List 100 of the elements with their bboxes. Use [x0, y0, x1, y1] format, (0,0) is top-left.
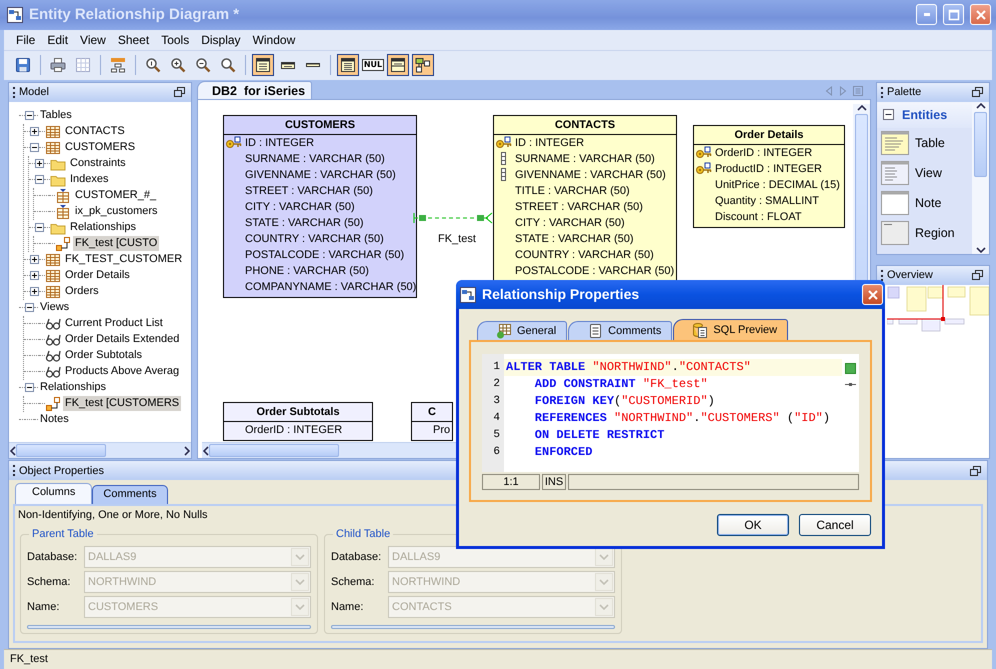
- entity-name: Order Details: [694, 126, 844, 145]
- tree-toggle[interactable]: [35, 159, 44, 168]
- scroll-up-icon[interactable]: [976, 102, 986, 109]
- scroll-right-icon[interactable]: [184, 446, 190, 456]
- tree-toggle[interactable]: [30, 127, 39, 136]
- tree-item[interactable]: Views: [38, 300, 72, 316]
- tree-item[interactable]: Current Product List: [63, 316, 165, 332]
- menu-item[interactable]: View: [74, 30, 112, 49]
- index-icon: [55, 204, 71, 220]
- column-entry: UnitPrice : DECIMAL (15): [715, 178, 840, 193]
- scroll-down-icon[interactable]: [976, 246, 986, 253]
- magnifier-icon: [145, 57, 161, 74]
- drag-handle[interactable]: [881, 86, 883, 98]
- tree-item[interactable]: Orders: [63, 284, 101, 300]
- tree-toggle[interactable]: [30, 271, 39, 280]
- restore-icon[interactable]: [971, 269, 983, 282]
- tree-toggle[interactable]: [30, 143, 39, 152]
- columns-button[interactable]: [337, 54, 359, 76]
- tree-item[interactable]: Indexes: [68, 172, 111, 188]
- code-line: ADD CONSTRAINT "FK_test": [534, 376, 709, 393]
- tree-item[interactable]: FK_test [CUSTOMERS: [63, 396, 182, 412]
- tree-toggle[interactable]: [25, 383, 34, 392]
- column-entry: COUNTRY : VARCHAR (50): [245, 232, 384, 247]
- drag-handle[interactable]: [13, 465, 15, 476]
- tree-toggle[interactable]: [30, 255, 39, 264]
- tree-item[interactable]: FK_TEST_CUSTOMER: [63, 252, 184, 268]
- tree-item[interactable]: ix_pk_customers: [73, 204, 160, 220]
- caret-icon: [599, 578, 609, 586]
- menu-item[interactable]: Tools: [155, 30, 196, 49]
- relationship-icon: [415, 57, 431, 74]
- entity-table[interactable]: [493, 114, 677, 282]
- tree-item[interactable]: Notes: [38, 412, 71, 428]
- drag-handle[interactable]: [13, 86, 15, 98]
- tree-item[interactable]: CUSTOMER_#_: [73, 188, 158, 204]
- relationship-label: FK_test: [438, 232, 476, 247]
- column-entry: STATE : VARCHAR (50): [245, 216, 364, 231]
- ok-button[interactable]: OK: [717, 514, 789, 536]
- menu-item[interactable]: Edit: [41, 30, 74, 49]
- comments-button[interactable]: [387, 54, 409, 76]
- column-entry: STATE : VARCHAR (50): [515, 232, 634, 247]
- entity-table[interactable]: C Pro: [411, 402, 453, 441]
- column-entry: PHONE : VARCHAR (50): [245, 264, 369, 279]
- tree-toggle[interactable]: [25, 111, 34, 120]
- maximize-button[interactable]: [943, 4, 964, 26]
- tree-toggle[interactable]: [25, 303, 34, 312]
- tree-item[interactable]: Products Above Averag: [63, 364, 182, 380]
- tree-item[interactable]: Relationships: [38, 380, 108, 396]
- relations-button[interactable]: [412, 54, 434, 76]
- field-label: Name:: [331, 600, 364, 616]
- scroll-left-icon[interactable]: [10, 446, 16, 456]
- tree-item[interactable]: CUSTOMERS: [63, 140, 138, 156]
- restore-icon[interactable]: [969, 464, 981, 477]
- entity-table[interactable]: Order Subtotals OrderID : INTEGER: [223, 402, 373, 441]
- menu-item[interactable]: Sheet: [112, 30, 156, 49]
- field-label: Database:: [27, 550, 78, 566]
- horizontal-scrollbar[interactable]: [9, 442, 191, 458]
- tree-toggle[interactable]: [35, 175, 44, 184]
- dialog-tab[interactable]: Comments: [568, 321, 672, 340]
- restore-icon[interactable]: [971, 86, 983, 98]
- entity-table[interactable]: [223, 114, 417, 298]
- maximize-icon: [948, 8, 960, 21]
- close-icon: [866, 288, 878, 300]
- menu-item[interactable]: Window: [246, 30, 302, 49]
- column-entry: ID : INTEGER: [245, 136, 314, 151]
- table-icon: [45, 124, 61, 140]
- column-entry: SURNAME : VARCHAR (50): [515, 152, 655, 167]
- tree-item[interactable]: CONTACTS: [63, 124, 127, 140]
- minimize-button[interactable]: [916, 4, 937, 26]
- tree-item[interactable]: Tables: [38, 108, 74, 124]
- close-button[interactable]: [970, 4, 991, 26]
- status-square-icon: [845, 363, 856, 374]
- tree-toggle[interactable]: [35, 223, 44, 232]
- dialog-tab[interactable]: SQL Preview: [673, 319, 788, 340]
- restore-icon[interactable]: [173, 86, 185, 98]
- properties-tab[interactable]: Comments: [92, 485, 168, 504]
- menu-item[interactable]: Display: [195, 30, 247, 49]
- group-toggle[interactable]: [883, 109, 894, 120]
- tree-item[interactable]: Order Subtotals: [63, 348, 144, 364]
- tree-item[interactable]: Order Details: [63, 268, 132, 284]
- entity-table[interactable]: Order Details OrderID : INTEGER ProductID : INTEGER UnitPrice : DECIMAL (15) Quantity : SMALLINT Discount : FLOAT: [693, 124, 845, 228]
- scroll-up-icon[interactable]: [856, 104, 866, 111]
- tree-toggle[interactable]: [30, 287, 39, 296]
- vertical-scrollbar[interactable]: [972, 102, 989, 254]
- editor-tab[interactable]: DB2 for iSeries: [197, 80, 312, 99]
- close-button[interactable]: [862, 284, 883, 305]
- menu-item[interactable]: File: [10, 30, 42, 49]
- tree-item[interactable]: Relationships: [68, 220, 138, 236]
- entity-name: CUSTOMERS: [224, 116, 416, 135]
- caret-icon: [295, 603, 305, 612]
- scroll-left-icon[interactable]: [203, 446, 209, 456]
- properties-tab[interactable]: Columns: [15, 483, 92, 504]
- dialog-tab[interactable]: General: [477, 321, 568, 340]
- column-entry: CITY : VARCHAR (50): [515, 216, 625, 231]
- tree-item[interactable]: Order Details Extended: [63, 332, 182, 348]
- tree-item[interactable]: FK_test [CUSTO: [73, 236, 160, 252]
- dialog-icon: [460, 286, 476, 302]
- tree-item[interactable]: Constraints: [68, 156, 128, 172]
- entity-view-button[interactable]: [252, 54, 274, 76]
- key-icon: [696, 146, 712, 160]
- cancel-button[interactable]: Cancel: [799, 514, 871, 536]
